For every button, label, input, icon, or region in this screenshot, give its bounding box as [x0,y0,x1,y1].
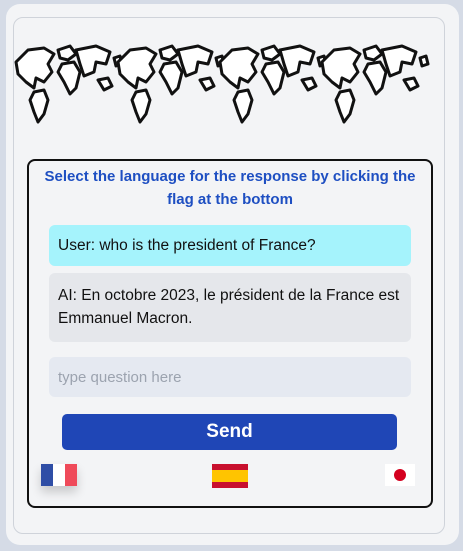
france-flag-icon[interactable] [41,464,77,486]
ai-message: AI: En octobre 2023, le président de la … [49,273,411,342]
world-map-icon [14,40,444,128]
instruction-text: Select the language for the response by … [44,168,416,208]
question-input[interactable] [49,357,411,397]
spain-flag-icon[interactable] [212,464,248,488]
japan-flag-icon[interactable] [385,464,415,486]
chat-panel: Select the language for the response by … [27,159,433,508]
send-button[interactable]: Send [62,414,397,450]
user-message: User: who is the president of France? [49,225,411,266]
